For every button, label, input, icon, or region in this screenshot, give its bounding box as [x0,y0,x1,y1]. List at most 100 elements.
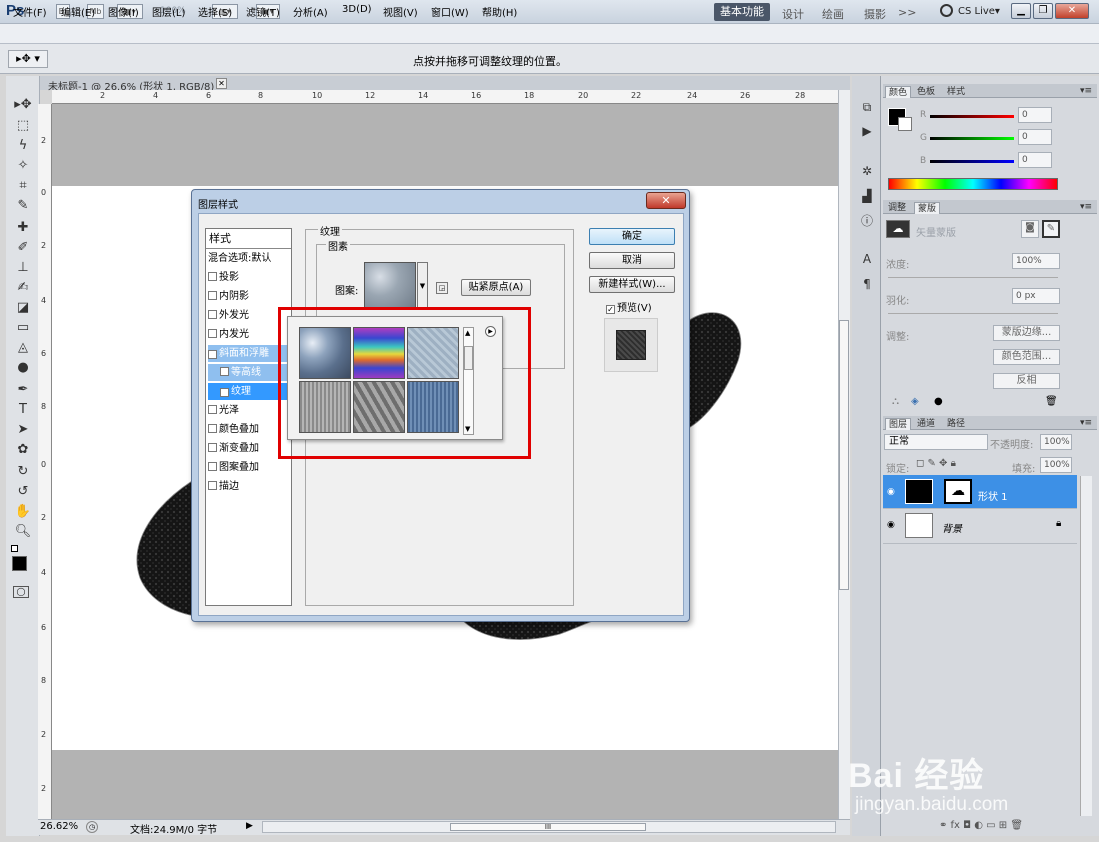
panel-menu-icon[interactable]: ▾≡ [1080,86,1092,96]
menu-image[interactable]: 图像(I) [108,4,139,19]
eye-icon[interactable]: ◉ [887,487,895,497]
background-color-swatch[interactable] [898,117,912,131]
style-item[interactable]: 投影 [208,269,290,286]
quick-mask-icon[interactable]: ◯ [13,586,29,598]
ok-button[interactable]: 确定 [589,228,675,245]
workspace-painting-button[interactable]: 绘画 [822,6,844,22]
lasso-tool-icon[interactable]: ϟ [12,137,34,154]
pattern-dropdown-arrow-icon[interactable]: ▼ [417,262,428,310]
blue-slider[interactable] [930,160,1014,163]
green-slider[interactable] [930,137,1014,140]
red-slider[interactable] [930,115,1014,118]
menu-edit[interactable]: 编辑(E) [61,4,95,19]
layers-scrollbar[interactable] [1080,476,1092,816]
history-panel-icon[interactable]: ⧉ [858,98,876,116]
status-menu-arrow-icon[interactable]: ▶ [246,821,253,831]
zoom-info-icon[interactable]: ◷ [86,821,98,833]
vector-mask-icon[interactable]: ✎ [1042,220,1060,238]
menu-select[interactable]: 选择(S) [198,4,232,19]
workspace-more-button[interactable]: >> [898,6,916,19]
eyedropper-tool-icon[interactable]: ✎ [12,197,34,214]
character-panel-icon[interactable]: A [858,250,876,268]
default-colors-icon[interactable] [11,545,18,552]
feather-value[interactable]: 0 px [1012,288,1060,304]
style-checkbox[interactable] [208,310,217,319]
style-checkbox[interactable]: ✓ [208,350,217,359]
menu-window[interactable]: 窗口(W) [431,4,469,19]
vertical-scroll-thumb[interactable] [839,320,849,590]
new-preset-icon[interactable]: ◲ [436,282,448,294]
style-item[interactable]: 描边 [208,478,290,495]
restore-button[interactable]: ❐ [1033,3,1053,19]
type-tool-icon[interactable]: T [12,401,34,418]
menu-analysis[interactable]: 分析(A) [293,4,328,19]
blend-mode-select[interactable]: 正常 [884,434,988,450]
tab-channels[interactable]: 通道 [914,418,938,430]
style-checkbox[interactable] [208,272,217,281]
3d-rotate-tool-icon[interactable]: ↻ [12,463,34,480]
pattern-picker-button[interactable] [364,262,416,310]
invert-button[interactable]: 反相 [993,373,1060,389]
pen-tool-icon[interactable]: ✒ [12,381,34,398]
green-value[interactable]: 0 [1018,129,1052,145]
eraser-tool-icon[interactable]: ◪ [12,299,34,316]
tab-swatches[interactable]: 色板 [914,86,938,98]
path-selection-tool-icon[interactable]: ➤ [12,421,34,438]
workspace-photography-button[interactable]: 摄影 [864,6,886,22]
crop-tool-icon[interactable]: ⌗ [12,177,34,194]
style-item[interactable]: 内阴影 [208,288,290,305]
workspace-essentials-button[interactable]: 基本功能 [714,3,770,21]
density-slider[interactable] [888,277,1058,278]
gradient-tool-icon[interactable]: ▭ [12,319,34,336]
horizontal-scroll-thumb[interactable]: III [450,823,646,831]
tab-layers[interactable]: 图层 [885,418,912,430]
panel-menu-icon[interactable]: ▾≡ [1080,418,1092,428]
menu-layer[interactable]: 图层(L) [152,4,185,19]
tab-masks[interactable]: 蒙版 [914,202,941,214]
style-checkbox[interactable] [208,405,217,414]
tool-preset-picker[interactable]: ▸✥ ▾ [8,50,48,68]
minimize-button[interactable]: ▁ [1011,3,1031,19]
tab-styles[interactable]: 样式 [944,86,968,98]
fill-value[interactable]: 100% [1040,457,1072,473]
healing-brush-tool-icon[interactable]: ✚ [12,219,34,236]
style-checkbox[interactable] [208,481,217,490]
color-spectrum-bar[interactable] [888,178,1058,190]
blue-value[interactable]: 0 [1018,152,1052,168]
visibility-icon[interactable]: ● [934,396,943,407]
brush-tool-icon[interactable]: ✐ [12,239,34,256]
layers-footer-icons[interactable]: ⚭ fx ◘ ◐ ▭ ⊞ 🗑︎ [885,820,1077,831]
workspace-design-button[interactable]: 设计 [782,6,804,22]
cs-live-menu[interactable]: CS Live▾ [958,6,1000,17]
lock-icons[interactable]: ◻ ✎ ✥ 🔒︎ [916,458,956,469]
tab-adjustments[interactable]: 调整 [885,202,909,214]
move-tool-icon[interactable]: ▸✥ [12,96,34,113]
styles-header[interactable]: 样式 [206,229,291,249]
style-checkbox[interactable] [208,291,217,300]
style-checkbox[interactable]: ✓ [220,388,229,397]
dialog-close-button[interactable]: ✕ [646,192,686,209]
close-tab-icon[interactable]: ✕ [216,78,227,89]
style-checkbox[interactable] [220,367,229,376]
actions-panel-icon[interactable]: ▶ [858,122,876,140]
3d-orbit-tool-icon[interactable]: ↺ [12,483,34,500]
zoom-tool-icon[interactable]: 🔍︎ [12,523,34,540]
paragraph-panel-icon[interactable]: ¶ [858,275,876,293]
style-checkbox[interactable] [208,329,217,338]
menu-view[interactable]: 视图(V) [383,4,418,19]
quick-selection-tool-icon[interactable]: ✧ [12,157,34,174]
style-checkbox[interactable] [208,462,217,471]
shape-tool-icon[interactable]: ✿ [12,441,34,458]
layer-mask-thumbnail[interactable]: ☁ [944,479,972,504]
menu-filter[interactable]: 滤镜(T) [246,4,280,19]
snap-to-origin-button[interactable]: 贴紧原点(A) [461,279,531,296]
marquee-tool-icon[interactable]: ⬚ [12,117,34,134]
eye-icon[interactable]: ◉ [887,520,895,530]
3d-panel-icon[interactable]: ✲ [858,162,876,180]
feather-slider[interactable] [888,313,1058,314]
foreground-color-swatch[interactable] [12,556,27,571]
blur-tool-icon[interactable]: ◬ [12,339,34,356]
menu-3d[interactable]: 3D(D) [342,4,372,15]
load-selection-icon[interactable]: ⛬ [892,396,899,407]
style-checkbox[interactable] [208,443,217,452]
